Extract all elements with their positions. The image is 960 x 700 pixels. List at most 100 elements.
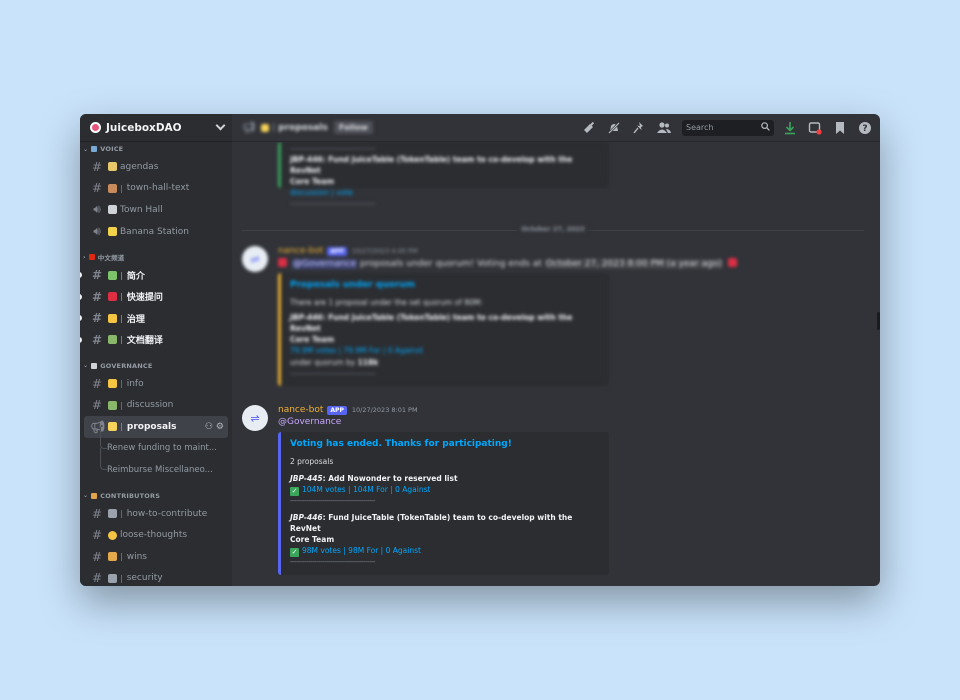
svg-text:?: ?: [862, 124, 867, 134]
date-divider: October 27, 2023: [242, 225, 864, 233]
worker-emoji-icon: [91, 492, 98, 499]
channel-discussion[interactable]: # | discussion: [84, 394, 228, 416]
classical-building-emoji-icon: [108, 205, 117, 215]
channel-quick-questions-cn[interactable]: # | 快速提问: [80, 286, 228, 308]
crown-emoji-icon: [108, 379, 117, 389]
channel-info[interactable]: # | info: [84, 373, 228, 395]
channel-sidebar: JuiceboxDAO ⌄ VOICE # agendas # | town-h…: [80, 114, 232, 586]
lock-emoji-icon: [108, 573, 117, 583]
download-icon[interactable]: [781, 119, 799, 137]
app-badge: APP: [327, 246, 347, 256]
mute-bell-icon[interactable]: [605, 119, 623, 137]
channel-intro-cn[interactable]: # | 简介: [80, 264, 228, 286]
channel-label: Banana Station: [120, 226, 189, 237]
proposal-2: JBP-446: Fund JuiceTable (TokenTable) te…: [290, 513, 573, 533]
channel-label: 文档翻译: [126, 336, 163, 347]
category-voice[interactable]: ⌄ VOICE: [80, 142, 232, 156]
avatar[interactable]: ⇌: [242, 405, 268, 431]
governance-mention[interactable]: @Governance: [291, 259, 358, 269]
channel-label: security: [126, 573, 163, 584]
avatar[interactable]: ⇌: [242, 246, 268, 272]
channel-label: agendas: [120, 161, 159, 172]
search-icon: [761, 122, 770, 133]
channel-how-to-contribute[interactable]: # | how-to-contribute: [84, 503, 228, 525]
megaphone-icon: 📢︎: [242, 121, 256, 134]
channel-security[interactable]: # | security: [84, 568, 228, 587]
channel-label: town-hall-text: [126, 183, 190, 194]
help-icon[interactable]: ?: [856, 119, 874, 137]
message-list: ----------------------------------------…: [232, 142, 880, 586]
embed-partial: ----------------------------------------…: [278, 142, 609, 208]
server-icon: [90, 122, 101, 133]
discord-window: JuiceboxDAO ⌄ VOICE # agendas # | town-h…: [80, 114, 880, 586]
proposal-1-votes[interactable]: 104M votes | 104M For | 0 Against: [302, 485, 430, 494]
channel-governance-cn[interactable]: # | 治理: [80, 308, 228, 330]
governance-mention[interactable]: @Governance: [278, 417, 341, 427]
pick-emoji-icon: [108, 509, 117, 519]
inbox-icon[interactable]: [806, 119, 824, 137]
caret-icon: ⌄: [83, 362, 89, 370]
hash-icon: #: [91, 571, 103, 586]
thread-renew-funding[interactable]: Renew funding to maint...: [100, 426, 232, 460]
speaker-emoji-icon: [91, 146, 98, 152]
embed-links[interactable]: discussion | vote: [290, 187, 600, 199]
category-label: GOVERNANCE: [100, 361, 153, 370]
hash-icon: #: [91, 311, 103, 326]
category-label: 中文频道: [97, 254, 125, 263]
thread-reimburse[interactable]: Reimburse Miscellaneo...: [100, 448, 232, 481]
chevron-down-icon[interactable]: [215, 120, 226, 131]
server-name: JuiceboxDAO: [106, 121, 182, 134]
channel-docs-translation-cn[interactable]: # | 文档翻译: [80, 329, 228, 351]
category-label: VOICE: [100, 145, 124, 153]
channel-agendas[interactable]: # agendas: [84, 156, 228, 178]
app-badge: APP: [327, 405, 347, 415]
channel-town-hall[interactable]: 🔊︎ Town Hall: [84, 199, 228, 221]
category-contributors[interactable]: ⌄ CONTRIBUTORS: [80, 489, 232, 503]
lightbulb-emoji-icon: [260, 123, 269, 132]
channel-name: proposals: [278, 122, 328, 133]
channel-label: wins: [126, 551, 147, 562]
channel-banana-station[interactable]: 🔊︎ Banana Station: [84, 221, 228, 243]
memo-emoji-icon: [108, 162, 117, 172]
search-input[interactable]: Search: [682, 119, 774, 136]
threads-icon[interactable]: [580, 119, 598, 137]
gear-icon[interactable]: ⚙: [216, 422, 224, 432]
channel-label: 简介: [126, 271, 145, 282]
author-name[interactable]: nance-bot: [278, 246, 323, 256]
pin-icon[interactable]: [630, 119, 648, 137]
channel-town-hall-text[interactable]: # | town-hall-text: [84, 178, 228, 200]
invite-icon[interactable]: ⚇: [205, 422, 213, 432]
channel-wins[interactable]: # | wins: [84, 546, 228, 568]
thread-label: Reimburse Miscellaneo...: [107, 464, 213, 475]
server-header[interactable]: JuiceboxDAO: [80, 114, 232, 142]
hash-icon: #: [91, 549, 103, 564]
question-emoji-icon: [108, 292, 117, 302]
channel-loose-thoughts[interactable]: # loose-thoughts: [84, 524, 228, 546]
hash-icon: #: [91, 159, 103, 174]
alarm-emoji-icon: [727, 258, 737, 267]
proposal-2-votes[interactable]: 98M votes | 98M For | 0 Against: [302, 546, 421, 555]
channel-label: 快速提问: [126, 293, 163, 304]
main-panel: 📢︎ | proposals Follow Search ? ---------…: [232, 114, 880, 586]
embed-title[interactable]: Voting has ended. Thanks for participati…: [290, 439, 600, 449]
caret-icon: ›: [83, 253, 86, 261]
channel-label: proposals: [126, 421, 177, 432]
embed-voting-ended: Voting has ended. Thanks for participati…: [278, 432, 609, 575]
channel-label: how-to-contribute: [126, 508, 208, 519]
author-name[interactable]: nance-bot: [278, 405, 323, 415]
channel-label: discussion: [126, 400, 174, 411]
blossom-emoji-icon: [108, 530, 117, 540]
proposal-1: JBP-445: Add Nowonder to reserved list: [290, 474, 458, 483]
category-label: CONTRIBUTORS: [100, 491, 161, 500]
bookmark-icon[interactable]: [831, 119, 849, 137]
proposal-count: 2 proposals: [290, 457, 334, 466]
hash-icon: #: [91, 289, 103, 304]
crown-emoji-icon: [108, 313, 117, 323]
category-governance[interactable]: ⌄ GOVERNANCE: [80, 359, 232, 373]
follow-button[interactable]: Follow: [333, 121, 373, 134]
category-chinese[interactable]: › 中文频道: [80, 250, 232, 264]
scrollbar[interactable]: [877, 312, 880, 330]
hash-icon: #: [91, 528, 103, 543]
members-icon[interactable]: [655, 119, 673, 137]
channel-label: 治理: [126, 314, 145, 325]
